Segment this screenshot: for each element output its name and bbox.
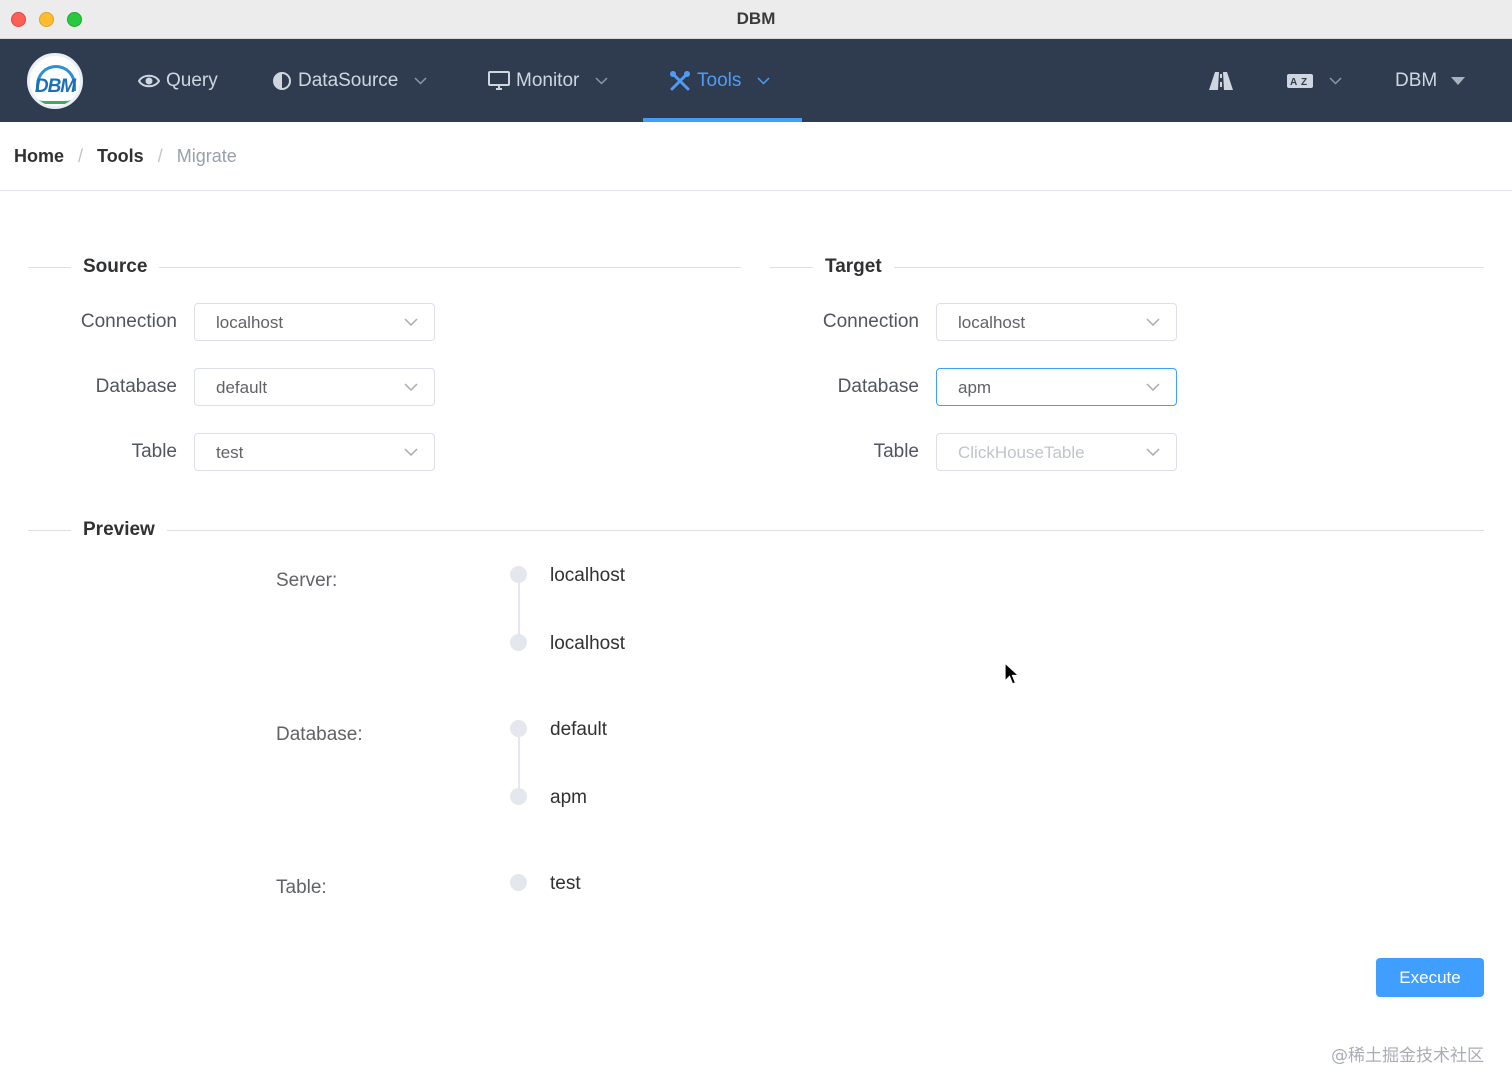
eye-icon [138, 74, 160, 87]
execute-button[interactable]: Execute [1376, 958, 1484, 997]
breadcrumb-divider [0, 190, 1512, 191]
breadcrumb-tools[interactable]: Tools [97, 146, 144, 167]
road-icon [1209, 71, 1233, 90]
nav-item-query[interactable]: Query [138, 39, 218, 122]
nav-item-monitor[interactable]: Monitor [488, 39, 614, 122]
chevron-down-icon [1146, 448, 1160, 456]
top-navbar: DBM Query DataSource Monitor Tools A Z D… [0, 39, 1512, 122]
mouse-cursor-icon [1004, 662, 1020, 685]
user-name: DBM [1395, 69, 1438, 91]
preview-section-title: Preview [71, 519, 167, 541]
timeline-dot [510, 634, 527, 651]
source-section-title: Source [71, 256, 160, 278]
source-database-select[interactable]: default [194, 368, 435, 406]
chevron-down-icon [595, 76, 608, 85]
preview-database-label: Database: [276, 724, 363, 745]
chevron-down-icon [757, 76, 770, 85]
target-connection-value: localhost [958, 313, 1026, 332]
breadcrumb-migrate: Migrate [176, 146, 237, 166]
preview-server-label: Server: [276, 570, 338, 591]
preview-target-server: localhost [550, 633, 625, 654]
breadcrumb-home[interactable]: Home [14, 146, 64, 167]
breadcrumb-separator: / [157, 146, 163, 166]
chevron-down-icon [404, 448, 418, 456]
target-database-select[interactable]: apm [936, 368, 1177, 406]
language-switcher[interactable]: A Z [1287, 39, 1342, 122]
timeline-dot [510, 566, 527, 583]
target-connection-select[interactable]: localhost [936, 303, 1177, 341]
target-connection-label: Connection [822, 311, 919, 332]
nav-active-indicator [643, 118, 802, 122]
source-connection-label: Connection [80, 311, 177, 332]
nav-item-tools[interactable]: Tools [669, 39, 776, 122]
chevron-down-icon [1146, 383, 1160, 391]
target-table-placeholder: ClickHouseTable [958, 443, 1085, 462]
source-table-select[interactable]: test [194, 433, 435, 471]
window-title: DBM [736, 9, 776, 28]
preview-divider-line [28, 530, 1484, 531]
timeline-dot [510, 788, 527, 805]
chevron-down-icon [1329, 76, 1342, 85]
source-connection-select[interactable]: localhost [194, 303, 435, 341]
watermark: @稀土掘金技术社区 [1331, 1046, 1484, 1066]
translate-icon: A Z [1287, 73, 1313, 88]
tools-icon [670, 70, 690, 90]
target-database-value: apm [958, 378, 992, 397]
user-menu[interactable]: DBM [1395, 39, 1466, 122]
half-circle-icon [273, 71, 291, 90]
monitor-icon [488, 70, 510, 90]
preview-source-table: test [550, 873, 581, 894]
nav-item-datasource[interactable]: DataSource [272, 39, 433, 122]
breadcrumb: Home / Tools / Migrate [14, 146, 237, 167]
window-titlebar: DBM [0, 0, 1512, 39]
target-table-select[interactable]: ClickHouseTable [936, 433, 1177, 471]
app-logo[interactable]: DBM [27, 53, 83, 109]
timeline-dot [510, 874, 527, 891]
source-table-value: test [216, 443, 244, 462]
source-database-value: default [216, 378, 268, 397]
timeline-dot [510, 720, 527, 737]
chevron-down-icon [404, 383, 418, 391]
chevron-down-icon [404, 318, 418, 326]
target-section-title: Target [813, 256, 894, 278]
preview-source-database: default [550, 719, 608, 740]
preview-source-server: localhost [550, 565, 625, 586]
target-database-label: Database [837, 376, 919, 397]
svg-text:A: A [1290, 77, 1297, 88]
road-button[interactable] [1209, 39, 1233, 122]
source-table-label: Table [131, 441, 177, 462]
nav-item-query-label: Query [166, 69, 218, 91]
svg-text:Z: Z [1301, 77, 1307, 88]
caret-down-icon [1451, 76, 1466, 85]
chevron-down-icon [414, 76, 427, 85]
target-table-label: Table [873, 441, 919, 462]
preview-table-label: Table: [276, 877, 327, 898]
breadcrumb-separator: / [78, 146, 84, 166]
chevron-down-icon [1146, 318, 1160, 326]
source-database-label: Database [95, 376, 177, 397]
nav-item-tools-label: Tools [697, 69, 742, 91]
nav-item-datasource-label: DataSource [298, 69, 399, 91]
logo-ring-shape [34, 94, 76, 104]
nav-item-monitor-label: Monitor [516, 69, 580, 91]
preview-target-database: apm [550, 787, 587, 808]
source-connection-value: localhost [216, 313, 284, 332]
